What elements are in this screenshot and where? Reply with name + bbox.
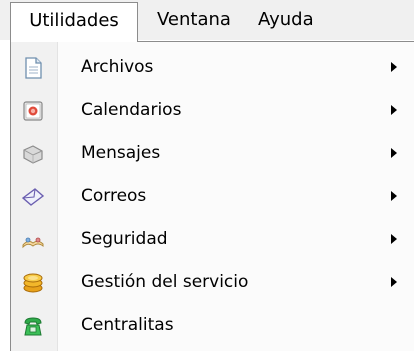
menu-bar: Utilidades Ventana Ayuda bbox=[0, 0, 414, 42]
submenu-arrow-icon bbox=[391, 234, 397, 244]
menu-utilidades[interactable]: Utilidades bbox=[10, 2, 138, 42]
calendar-icon bbox=[23, 101, 43, 121]
menu-item-label: Correos bbox=[81, 186, 147, 206]
submenu-arrow-icon bbox=[391, 62, 397, 72]
menu-item-label: Mensajes bbox=[81, 143, 161, 163]
menu-item-label: Centralitas bbox=[81, 315, 174, 335]
utilidades-dropdown: Archivos Calendarios Mensajes Correos Se… bbox=[10, 41, 414, 351]
envelope-icon bbox=[21, 188, 45, 206]
document-icon bbox=[25, 57, 42, 79]
submenu-arrow-icon bbox=[391, 277, 397, 287]
coins-icon bbox=[23, 273, 43, 293]
menu-ayuda[interactable]: Ayuda bbox=[258, 0, 314, 40]
menu-item-label: Calendarios bbox=[81, 100, 182, 120]
menu-ventana[interactable]: Ventana bbox=[157, 0, 231, 40]
keys-icon bbox=[22, 237, 44, 249]
submenu-arrow-icon bbox=[391, 105, 397, 115]
menu-item-label: Archivos bbox=[81, 57, 154, 77]
submenu-arrow-icon bbox=[391, 191, 397, 201]
menu-item-label: Gestión del servicio bbox=[81, 272, 249, 292]
menu-item-label: Seguridad bbox=[81, 229, 168, 249]
menu-item-seguridad[interactable]: Seguridad bbox=[11, 218, 414, 261]
menu-item-centralitas[interactable]: Centralitas bbox=[11, 304, 414, 347]
message-icon bbox=[23, 145, 43, 164]
submenu-arrow-icon bbox=[391, 148, 397, 158]
menu-item-correos[interactable]: Correos bbox=[11, 175, 414, 218]
phone-icon bbox=[24, 317, 42, 336]
menu-item-archivos[interactable]: Archivos bbox=[11, 46, 414, 89]
menu-item-calendarios[interactable]: Calendarios bbox=[11, 89, 414, 132]
menu-item-mensajes[interactable]: Mensajes bbox=[11, 132, 414, 175]
menu-item-gestion-del-servicio[interactable]: Gestión del servicio bbox=[11, 261, 414, 304]
